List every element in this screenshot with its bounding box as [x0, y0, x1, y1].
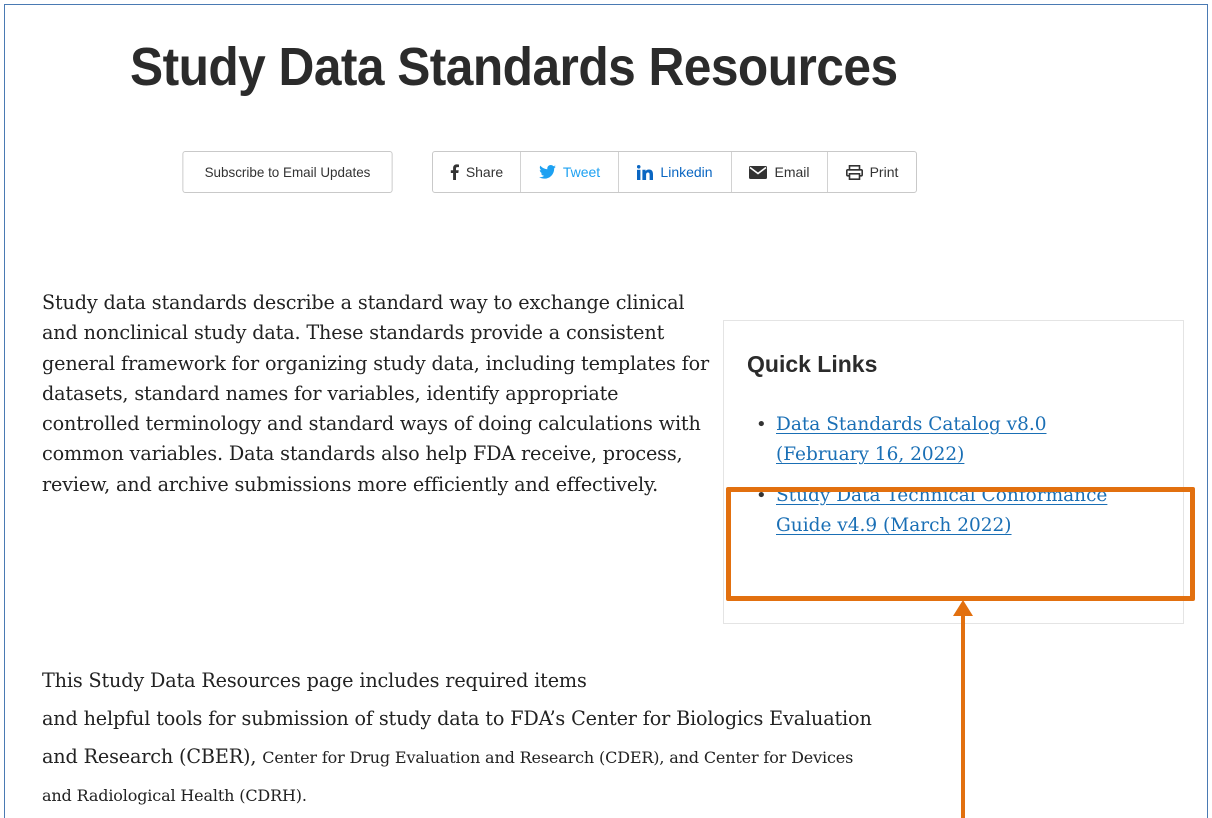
print-button[interactable]: Print [828, 152, 916, 192]
share-toolbar: Share Tweet Linkedin Email Print [432, 151, 917, 193]
facebook-icon [450, 164, 459, 180]
linkedin-icon [637, 164, 654, 180]
share-label: Share [465, 164, 504, 180]
data-standards-catalog-link[interactable]: Data Standards Catalog v8.0 (February 16… [776, 410, 1076, 471]
linkedin-label: Linkedin [660, 164, 713, 180]
resources-line: and helpful tools for submission of stud… [42, 707, 872, 730]
highlight-annotation-box [726, 487, 1195, 601]
subscribe-label: Subscribe to Email Updates [204, 164, 371, 180]
share-email-button[interactable]: Email [732, 152, 828, 192]
share-facebook-button[interactable]: Share [433, 152, 521, 192]
share-linkedin-button[interactable]: Linkedin [619, 152, 732, 192]
quick-links-title: Quick Links [747, 351, 878, 377]
subscribe-email-button[interactable]: Subscribe to Email Updates [182, 151, 393, 193]
resources-text: and Research (CBER), [42, 745, 263, 768]
page-title: Study Data Standards Resources [130, 37, 898, 97]
resources-line: and Radiological Health (CDRH). [42, 786, 307, 805]
envelope-icon [749, 165, 768, 179]
email-label: Email [774, 164, 810, 180]
resources-paragraph: This Study Data Resources page includes … [42, 662, 1062, 815]
resources-line: and Research (CBER), Center for Drug Eva… [42, 738, 1062, 777]
intro-paragraph: Study data standards describe a standard… [42, 291, 710, 496]
list-item: • Data Standards Catalog v8.0 (February … [756, 410, 1156, 471]
bullet-icon: • [756, 414, 767, 435]
share-twitter-button[interactable]: Tweet [521, 152, 619, 192]
print-label: Print [869, 164, 899, 180]
resources-line: This Study Data Resources page includes … [42, 669, 587, 692]
printer-icon [845, 164, 863, 180]
twitter-icon [538, 165, 556, 179]
tweet-label: Tweet [562, 164, 601, 180]
resources-text-small: Center for Drug Evaluation and Research … [262, 748, 854, 767]
